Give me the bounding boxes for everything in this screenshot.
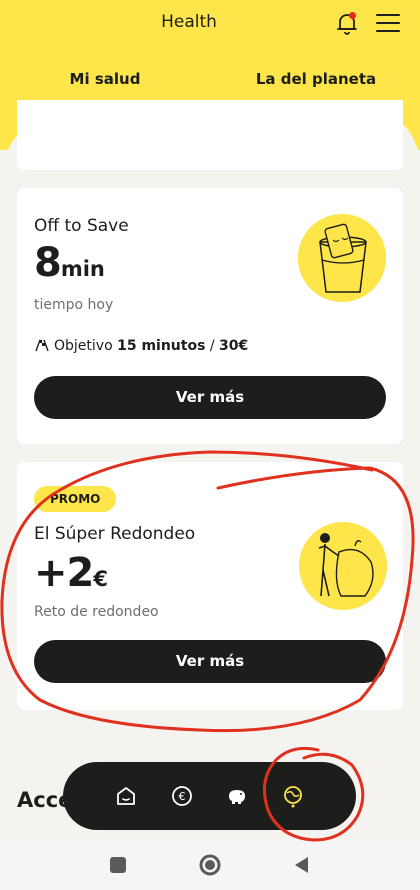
super-redondeo-card: PROMO El Súper Redondeo +2€ Reto de redo… [17,462,403,710]
card-subtitle: tiempo hoy [34,297,114,313]
menu-icon[interactable] [375,12,401,34]
card-title: Off to Save [34,216,129,236]
recent-apps-icon[interactable] [108,855,128,875]
home-system-icon[interactable] [198,853,222,877]
bell-icon[interactable] [334,10,360,36]
time-number: 8 [34,240,62,286]
checkered-flag-icon [35,339,49,352]
health-planet-icon[interactable] [281,784,305,808]
home-icon[interactable] [114,784,138,808]
tab-la-del-planeta[interactable]: La del planeta [246,70,386,88]
objective-separator: / [205,338,220,354]
piggy-bank-icon[interactable] [225,784,249,808]
card-subtitle: Reto de redondeo [34,604,159,620]
promo-badge: PROMO [34,486,117,512]
bottom-navigation: € [63,762,356,830]
objective-minutes: 15 minutos [117,338,206,354]
tab-mi-salud[interactable]: Mi salud [50,70,160,88]
reward-unit: € [93,567,108,591]
reward-value: +2€ [34,550,108,596]
previous-card-bottom [17,100,403,170]
objective-prefix: Objetivo [54,338,113,354]
objective-line: Objetivo 15 minutos / 30€ [34,338,248,354]
ver-mas-button[interactable]: Ver más [34,376,386,419]
notification-dot [349,12,356,19]
system-navigation-bar [0,841,420,890]
glass-illustration [298,214,386,302]
off-to-save-card: Off to Save 8min tiempo hoy Objetivo 15 … [17,188,403,444]
euro-icon[interactable]: € [170,784,194,808]
time-unit: min [60,257,105,281]
objective-amount: 30€ [219,338,249,354]
back-icon[interactable] [292,855,312,875]
svg-text:€: € [179,790,186,803]
piggy-jar-illustration [299,522,387,610]
page-title: Health [161,12,217,32]
ver-mas-button[interactable]: Ver más [34,640,386,683]
reward-number: +2 [34,550,94,596]
time-value: 8min [34,240,105,286]
card-title: El Súper Redondeo [34,524,196,544]
